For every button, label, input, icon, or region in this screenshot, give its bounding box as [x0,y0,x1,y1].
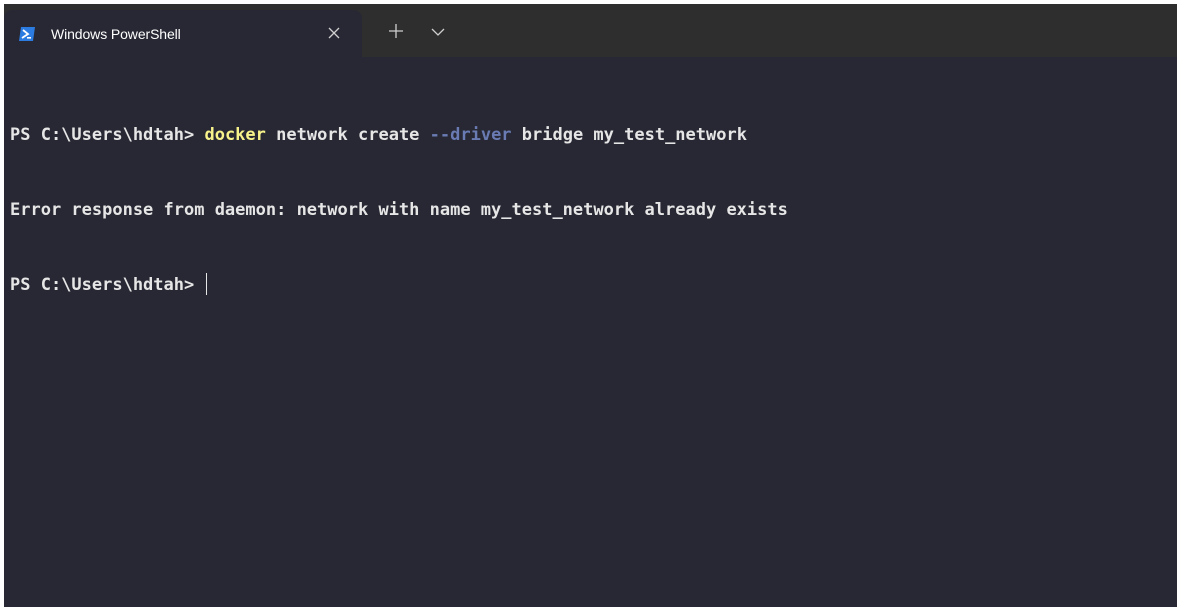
chevron-down-icon[interactable] [429,23,447,41]
terminal-line-prompt: PS C:\Users\hdtah> [10,273,1177,298]
command-args-rest: bridge my_test_network [511,125,747,145]
plus-icon[interactable] [386,21,406,41]
tab-title: Windows PowerShell [51,25,181,42]
terminal-output[interactable]: PS C:\Users\hdtah> docker network create… [4,57,1177,607]
terminal-line-error: Error response from daemon: network with… [10,200,788,220]
powershell-icon [18,25,36,43]
command-args: network create [265,125,430,145]
command-name: docker [204,125,266,145]
tab-bar: Windows PowerShell [4,4,1177,57]
prompt: PS C:\Users\hdtah> [10,125,205,145]
prompt: PS C:\Users\hdtah> [10,275,205,295]
text-cursor [206,273,208,295]
tab-windows-powershell[interactable]: Windows PowerShell [4,10,362,57]
close-icon[interactable] [324,23,344,43]
terminal-line-command: PS C:\Users\hdtah> docker network create… [10,123,1177,148]
terminal-window: Windows PowerShell PS C:\Users\hdtah> do… [4,4,1177,607]
command-flag: --driver [429,125,512,145]
